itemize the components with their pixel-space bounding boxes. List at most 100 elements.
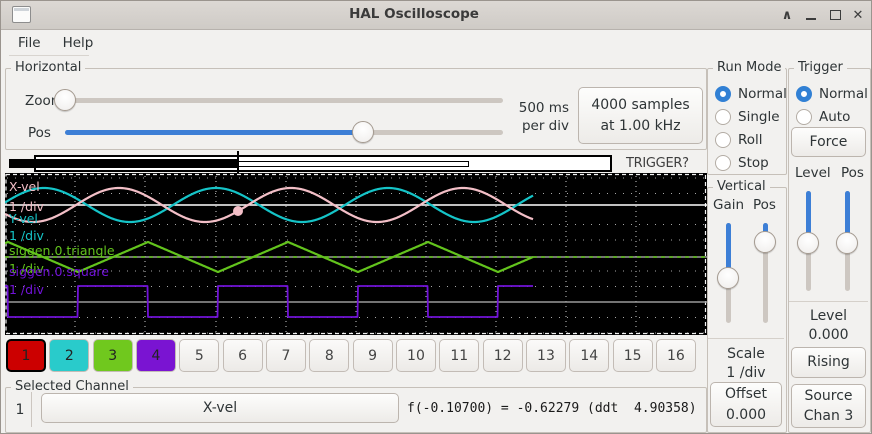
- scope-label: X-vel: [9, 179, 40, 194]
- selected-channel-number: 1: [11, 402, 29, 418]
- edge-button[interactable]: Rising: [791, 347, 866, 378]
- scope-label: siggen.0.square: [9, 264, 109, 279]
- scope-label: 1 /div: [9, 228, 45, 243]
- channel-button-6[interactable]: 6: [223, 339, 263, 372]
- maximize-icon[interactable]: [825, 5, 845, 25]
- vertical-separator: [708, 338, 784, 339]
- channel-button-12[interactable]: 12: [483, 339, 523, 372]
- trigger-mode-label-normal: Normal: [819, 86, 868, 102]
- trigger-mode-radio-normal[interactable]: [796, 86, 812, 102]
- channel-readout: f(-0.10700) = -0.62279 (ddt 4.90358): [407, 401, 697, 416]
- trigger-separator: [789, 301, 868, 302]
- trigger-mode-option-normal[interactable]: Normal: [796, 86, 868, 102]
- run-mode-label-roll: Roll: [738, 132, 763, 148]
- scale-caption: Scale: [707, 346, 785, 362]
- source-line1: Source: [804, 386, 852, 406]
- channel-button-2[interactable]: 2: [49, 339, 89, 372]
- trigger-level-value: 0.000: [788, 327, 869, 343]
- shade-icon[interactable]: ∧: [777, 5, 797, 25]
- channel-button-5[interactable]: 5: [179, 339, 219, 372]
- vertical-pos-slider-label: Pos: [753, 197, 776, 213]
- run-mode-radio-single[interactable]: [715, 109, 731, 125]
- scope-label: Y-vel: [8, 211, 38, 226]
- menu-help[interactable]: Help: [60, 33, 97, 53]
- run-mode-panel: Run Mode NormalSingleRollStop: [707, 68, 787, 175]
- channel-button-4[interactable]: 4: [136, 339, 176, 372]
- pos-slider-fill: [65, 130, 363, 135]
- scope-label: siggen.0.triangle: [9, 243, 115, 258]
- vertical-panel-title: Vertical: [713, 179, 770, 194]
- offset-line2: 0.000: [726, 405, 766, 425]
- trigger-pos-slider-label: Pos: [841, 165, 864, 181]
- channel-button-7[interactable]: 7: [266, 339, 306, 372]
- force-button[interactable]: Force: [791, 127, 866, 157]
- zoom-slider[interactable]: [65, 98, 503, 103]
- scope-display[interactable]: X-vel1 /divY-vel1 /divsiggen.0.triangle1…: [5, 173, 707, 339]
- titlebar[interactable]: HAL Oscilloscope ∧ ✕: [1, 1, 872, 30]
- menubar: File Help: [1, 30, 872, 56]
- selected-channel-divider: [31, 392, 32, 427]
- window-title: HAL Oscilloscope: [1, 6, 827, 22]
- menu-file[interactable]: File: [15, 33, 44, 53]
- run-mode-title: Run Mode: [713, 60, 785, 75]
- run-mode-label-normal: Normal: [738, 86, 787, 102]
- per-div-caption: per div: [517, 118, 569, 134]
- scale-value: 1 /div: [707, 365, 785, 381]
- run-mode-option-stop[interactable]: Stop: [715, 155, 769, 171]
- source-line2: Chan 3: [804, 406, 853, 426]
- run-mode-option-single[interactable]: Single: [715, 109, 780, 125]
- zoom-slider-knob[interactable]: [54, 89, 76, 111]
- source-button[interactable]: Source Chan 3: [791, 384, 866, 428]
- trigger-mode-option-auto[interactable]: Auto: [796, 109, 850, 125]
- trigger-panel-title: Trigger: [794, 60, 847, 75]
- channel-name-button[interactable]: X-vel: [41, 393, 399, 423]
- run-mode-radio-normal[interactable]: [715, 86, 731, 102]
- samples-button[interactable]: 4000 samples at 1.00 kHz: [578, 87, 703, 144]
- samples-line1: 4000 samples: [591, 95, 689, 115]
- trigger-mode-label-auto: Auto: [819, 109, 850, 125]
- app-window: HAL Oscilloscope ∧ ✕ File Help Horizontal…: [0, 0, 872, 434]
- trigger-level-knob[interactable]: [797, 232, 819, 254]
- run-mode-label-stop: Stop: [738, 155, 769, 171]
- run-mode-label-single: Single: [738, 109, 780, 125]
- trigger-question-label: TRIGGER?: [626, 156, 689, 171]
- trigger-level-caption: Level: [788, 308, 869, 324]
- edge-label: Rising: [807, 352, 850, 372]
- offset-line1: Offset: [725, 384, 767, 404]
- channel-button-8[interactable]: 8: [309, 339, 349, 372]
- channel-button-14[interactable]: 14: [569, 339, 609, 372]
- channel-name-label: X-vel: [203, 398, 237, 418]
- horizontal-panel-title: Horizontal: [11, 60, 85, 75]
- run-mode-option-roll[interactable]: Roll: [715, 132, 763, 148]
- trigger-progress-fill: [9, 159, 238, 168]
- run-mode-radio-stop[interactable]: [715, 155, 731, 171]
- trigger-level-slider-label: Level: [795, 165, 831, 181]
- pos-label: Pos: [28, 125, 51, 141]
- trace-marker-X-vel: [233, 206, 243, 216]
- gain-knob[interactable]: [717, 267, 739, 289]
- per-div-value: 500 ms: [517, 100, 569, 116]
- selected-channel-title: Selected Channel: [11, 379, 133, 394]
- trigger-mode-radio-auto[interactable]: [796, 109, 812, 125]
- channel-button-13[interactable]: 13: [526, 339, 566, 372]
- minimize-icon[interactable]: [801, 5, 821, 25]
- vertical-pos-knob[interactable]: [754, 231, 776, 253]
- pos-slider-knob[interactable]: [352, 121, 374, 143]
- channel-button-11[interactable]: 11: [439, 339, 479, 372]
- channel-button-1[interactable]: 1: [6, 339, 46, 372]
- trigger-pos-knob[interactable]: [836, 232, 858, 254]
- channel-button-10[interactable]: 10: [396, 339, 436, 372]
- gain-slider-label: Gain: [713, 197, 744, 213]
- force-label: Force: [810, 132, 848, 152]
- samples-line2: at 1.00 kHz: [600, 116, 680, 136]
- channel-button-3[interactable]: 3: [93, 339, 133, 372]
- close-icon[interactable]: ✕: [848, 5, 868, 25]
- scope-label: 1 /div: [9, 282, 45, 297]
- menubar-divider: [9, 55, 89, 56]
- channel-button-16[interactable]: 16: [656, 339, 696, 372]
- run-mode-radio-roll[interactable]: [715, 132, 731, 148]
- offset-button[interactable]: Offset 0.000: [710, 382, 782, 427]
- channel-button-9[interactable]: 9: [353, 339, 393, 372]
- channel-button-15[interactable]: 15: [613, 339, 653, 372]
- run-mode-option-normal[interactable]: Normal: [715, 86, 787, 102]
